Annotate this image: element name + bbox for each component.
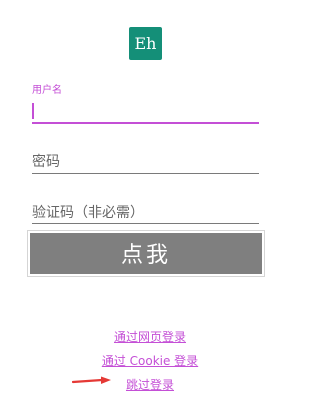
username-underline: [32, 122, 259, 124]
password-placeholder: 密码: [32, 154, 60, 170]
cookie-login-link[interactable]: 通过 Cookie 登录: [0, 352, 300, 369]
red-arrow-icon: [72, 376, 111, 384]
skip-login-link[interactable]: 跳过登录: [0, 376, 300, 393]
password-field[interactable]: 密码: [32, 145, 259, 177]
text-cursor: [32, 103, 34, 119]
captcha-underline: [32, 223, 259, 224]
login-screen: Eh 用户名 密码 验证码（非必需） 点我 通过网页登录 通过 Cookie 登…: [0, 0, 300, 400]
app-logo: Eh: [129, 27, 162, 60]
web-login-link[interactable]: 通过网页登录: [0, 328, 300, 345]
password-underline: [32, 173, 259, 174]
captcha-placeholder: 验证码（非必需）: [32, 205, 144, 221]
captcha-field[interactable]: 验证码（非必需）: [32, 196, 259, 228]
username-label: 用户名: [32, 85, 62, 96]
submit-button[interactable]: 点我: [27, 230, 265, 277]
username-field[interactable]: 用户名: [32, 81, 259, 126]
app-logo-text: Eh: [134, 34, 157, 53]
